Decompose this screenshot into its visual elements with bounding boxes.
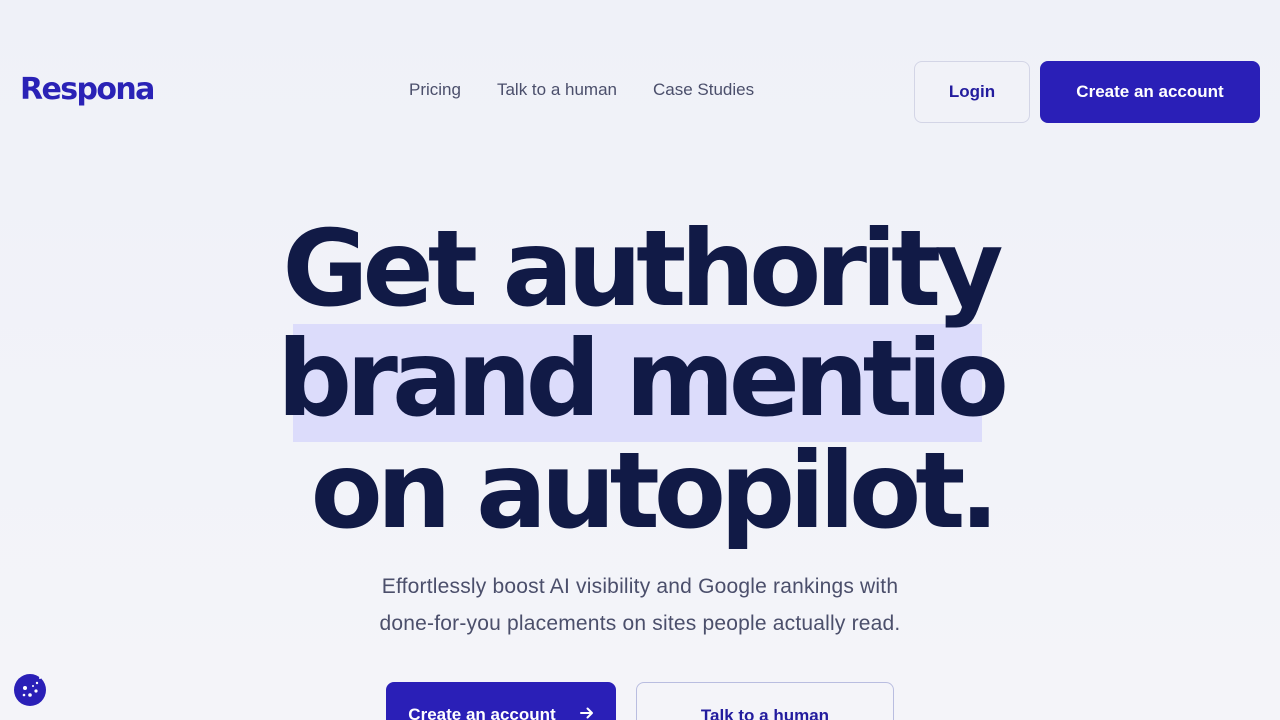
headline-line-1: Get authority [282, 208, 1003, 330]
hero-subtitle-line-2: done-for-you placements on sites people … [379, 612, 901, 635]
respona-logo[interactable]: Respona [20, 72, 155, 108]
headline-line-3: on autopilot. [310, 430, 1000, 552]
arrow-right-icon [579, 705, 594, 720]
hero-talk-to-human-label: Talk to a human [700, 706, 830, 720]
cookie-settings-button[interactable] [14, 674, 46, 706]
headline-line-2: brand mentio [277, 318, 1009, 440]
create-account-button[interactable]: Create an account [1040, 61, 1260, 123]
login-button[interactable]: Login [914, 61, 1030, 123]
nav-link-pricing[interactable]: Pricing [409, 79, 461, 101]
site-header: Respona Pricing Talk to a human Case Stu… [0, 0, 1280, 150]
hero-create-account-label: Create an account [408, 705, 556, 720]
hero-talk-to-human-button[interactable]: Talk to a human [636, 682, 894, 720]
nav-link-talk-to-human[interactable]: Talk to a human [497, 79, 617, 101]
main-nav: Pricing Talk to a human Case Studies [409, 79, 754, 101]
hero-subtitle-line-1: Effortlessly boost AI visibility and Goo… [381, 575, 899, 598]
cookie-icon [22, 677, 41, 697]
hero-create-account-button[interactable]: Create an account [386, 682, 616, 720]
nav-link-case-studies[interactable]: Case Studies [653, 79, 754, 101]
